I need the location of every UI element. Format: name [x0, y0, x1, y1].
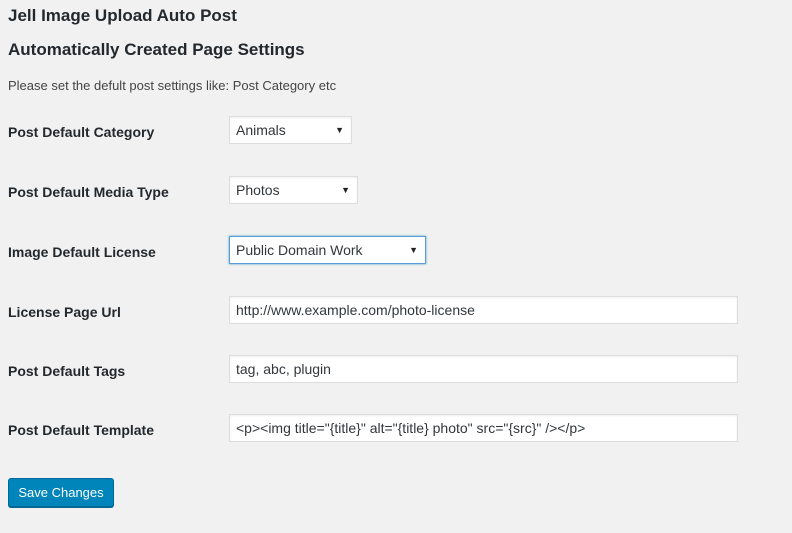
post-default-media-type-value: Photos — [236, 182, 280, 198]
post-default-tags-input[interactable]: tag, abc, plugin — [229, 355, 738, 383]
post-default-template-input[interactable]: <p><img title="{title}" alt="{title} pho… — [229, 414, 738, 442]
post-default-category-select[interactable]: Animals ▼ — [229, 116, 352, 144]
row-post-default-category: Post Default Category Animals ▼ — [0, 116, 792, 146]
section-title: Automatically Created Page Settings — [8, 40, 305, 59]
row-post-default-template: Post Default Template <p><img title="{ti… — [0, 414, 792, 444]
chevron-down-icon: ▼ — [341, 185, 350, 195]
post-default-category-label: Post Default Category — [8, 124, 155, 140]
save-changes-button[interactable]: Save Changes — [8, 478, 114, 507]
chevron-down-icon: ▼ — [409, 245, 418, 255]
settings-description: Please set the defult post settings like… — [8, 78, 337, 93]
settings-page: Jell Image Upload Auto Post Automaticall… — [0, 0, 792, 533]
page-title: Jell Image Upload Auto Post — [8, 6, 237, 25]
license-page-url-input[interactable]: http://www.example.com/photo-license — [229, 296, 738, 324]
post-default-category-value: Animals — [236, 122, 286, 138]
row-post-default-tags: Post Default Tags tag, abc, plugin — [0, 355, 792, 385]
row-license-page-url: License Page Url http://www.example.com/… — [0, 296, 792, 326]
image-default-license-select[interactable]: Public Domain Work ▼ — [229, 236, 426, 264]
post-default-tags-label: Post Default Tags — [8, 363, 126, 379]
post-default-template-label: Post Default Template — [8, 422, 154, 438]
image-default-license-value: Public Domain Work — [236, 242, 363, 258]
row-post-default-media-type: Post Default Media Type Photos ▼ — [0, 176, 792, 206]
license-page-url-label: License Page Url — [8, 304, 121, 320]
chevron-down-icon: ▼ — [335, 125, 344, 135]
image-default-license-label: Image Default License — [8, 244, 156, 260]
row-image-default-license: Image Default License Public Domain Work… — [0, 236, 792, 266]
post-default-media-type-select[interactable]: Photos ▼ — [229, 176, 358, 204]
post-default-media-type-label: Post Default Media Type — [8, 184, 169, 200]
